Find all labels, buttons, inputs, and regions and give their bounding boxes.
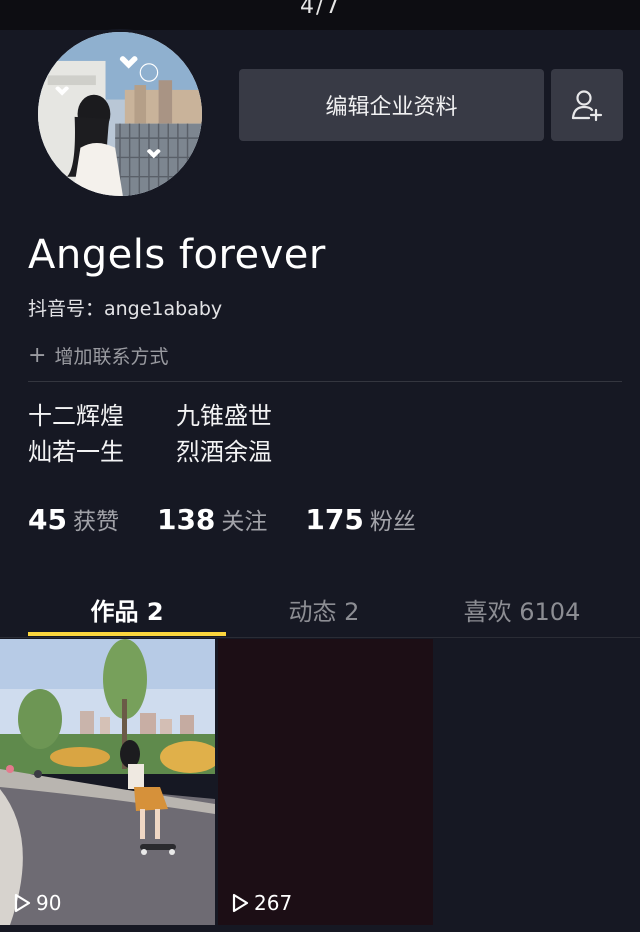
stat-value: 45 (28, 503, 67, 536)
plus-icon: + (28, 342, 47, 368)
bio-text: 烈酒余温 (176, 438, 272, 466)
play-icon (14, 893, 31, 913)
avatar-image (38, 32, 202, 196)
bio-line: 十二辉煌 九锥盛世 (28, 398, 272, 434)
tab-indicator (28, 632, 226, 636)
video-thumbnail[interactable]: 90 (0, 639, 215, 925)
add-contact-label: 增加联系方式 (54, 346, 169, 368)
stat-label: 获赞 (72, 509, 119, 535)
video-thumbnail[interactable]: 267 (218, 639, 433, 925)
stat-label: 关注 (221, 509, 268, 535)
divider (28, 381, 622, 382)
tab-moments[interactable]: 动态 2 (226, 580, 422, 638)
play-count: 90 (12, 891, 61, 915)
nickname: Angels forever (28, 232, 326, 278)
avatar[interactable] (35, 29, 205, 199)
add-user-icon (571, 90, 603, 122)
tab-likes[interactable]: 喜欢 6104 (422, 580, 622, 638)
bio-text: 灿若一生 (28, 438, 124, 466)
stats-row: 45 获赞 138 关注 175 粉丝 (28, 502, 454, 536)
edit-profile-button[interactable]: 编辑企业资料 (239, 69, 544, 141)
stat-value: 138 (156, 503, 216, 536)
play-icon (232, 893, 249, 913)
stat-following[interactable]: 138 关注 (157, 502, 267, 536)
video-grid: 90 267 (0, 639, 640, 932)
play-count: 267 (230, 891, 292, 915)
stat-likes[interactable]: 45 获赞 (28, 502, 119, 536)
video-cover-image (0, 639, 215, 925)
douyin-id[interactable]: 抖音号：ange1ababy (28, 294, 222, 321)
stat-followers[interactable]: 175 粉丝 (305, 502, 415, 536)
add-contact-link[interactable]: + 增加联系方式 (28, 342, 168, 369)
play-count-value: 267 (254, 891, 293, 915)
video-cover-image (218, 639, 433, 925)
content-tabs: 作品 2 动态 2 喜欢 6104 (0, 580, 640, 638)
tab-works[interactable]: 作品 2 (28, 580, 226, 638)
add-friend-button[interactable] (551, 69, 623, 141)
cover-image-strip: 4/7 (0, 0, 640, 30)
bio-text: 九锥盛世 (176, 402, 272, 430)
bio-line: 灿若一生 烈酒余温 (28, 434, 272, 470)
cover-text: 4/7 (300, 0, 342, 19)
play-count-value: 90 (36, 891, 62, 915)
stat-label: 粉丝 (369, 509, 416, 535)
bio-text: 十二辉煌 (28, 402, 124, 430)
profile-page: 4/7 编辑企业资料 Angels forever 抖音号：ange1ababy… (0, 0, 640, 932)
stat-value: 175 (305, 503, 364, 536)
bio: 十二辉煌 九锥盛世 灿若一生 烈酒余温 (28, 398, 272, 470)
